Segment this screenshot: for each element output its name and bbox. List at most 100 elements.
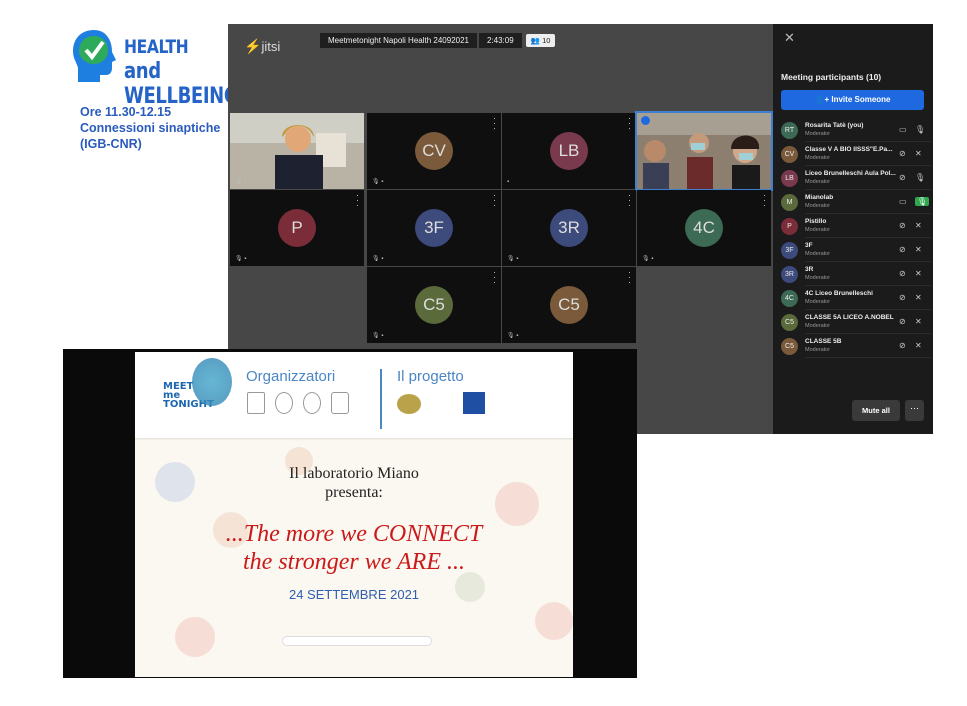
presentation-screen: MEET me TONIGHT Organizzatori Il progett… — [63, 349, 637, 678]
tile-menu-icon[interactable]: · · · — [493, 191, 496, 210]
participant-video — [230, 113, 364, 189]
session-time: Ore 11.30-12.15 — [80, 105, 172, 119]
slide-line2: presenta: — [325, 484, 383, 501]
participant-row[interactable]: LB Liceo Brunelleschi Aula Pol... Moderato… — [781, 167, 931, 190]
avatar: 3F — [781, 242, 798, 259]
participant-row[interactable]: 3R 3R Moderator ⊘ ✕ — [781, 263, 931, 286]
avatar: CV — [781, 146, 798, 163]
participant-row[interactable]: C5 CLASSE 5B Moderator ⊘ ✕ — [781, 335, 931, 358]
meeting-timer: 2:43:09 — [478, 33, 522, 48]
tile-menu-icon[interactable]: · · · — [763, 191, 766, 210]
avatar: C5 — [781, 338, 798, 355]
slide-date: 24 SETTEMBRE 2021 — [288, 587, 420, 602]
avatar: 4C — [685, 209, 723, 247]
camera-off-icon: ⊘ — [899, 245, 906, 254]
active-speaker-icon — [641, 116, 650, 125]
session-title: Connessioni sinaptiche — [80, 121, 221, 135]
participant-row[interactable]: C5 CLASSE 5A LICEO A.NOBEL Moderator ⊘ ✕ — [781, 311, 931, 334]
participant-row[interactable]: 4C 4C Liceo Brunelleschi Moderator ⊘ ✕ — [781, 287, 931, 310]
avatar: RT — [781, 122, 798, 139]
tile-status-icons: 🎙 ▪ — [372, 333, 384, 339]
brand-line1: HEALTH — [124, 36, 189, 58]
camera-icon: ▭ — [899, 125, 907, 134]
avatar-tile[interactable]: · · · C5 🎙 ▪ — [367, 267, 501, 343]
mic-off-icon: ✕ — [915, 221, 922, 230]
avatar-tile[interactable]: · · · 4C 🎙 ▪ — [637, 190, 771, 266]
participant-row[interactable]: CV Classe V A BIO IISSS"E.Pa... Moderator ⊘… — [781, 143, 931, 166]
logo-icon — [303, 392, 321, 414]
tile-status-icons: 🎙 ▪ — [235, 256, 247, 262]
camera-off-icon: ⊘ — [899, 221, 906, 230]
organizer-logos — [247, 392, 367, 416]
video-tile[interactable] — [635, 111, 773, 191]
camera-off-icon: ⊘ — [899, 317, 906, 326]
slide-line1: Il laboratorio Miano — [289, 465, 419, 482]
mic-off-icon: ✕ — [915, 317, 922, 326]
divider — [380, 369, 382, 429]
participant-count-badge[interactable]: 👥 10 — [525, 34, 556, 47]
close-icon[interactable]: ✕ — [784, 30, 795, 46]
participant-row[interactable]: M Mianolab Moderator ▭ 🎙 — [781, 191, 931, 214]
health-wellbeing-logo: HEALTH and WELLBEING — [70, 28, 239, 109]
logo-icon — [331, 392, 349, 414]
tile-menu-icon[interactable]: · · · — [628, 191, 631, 210]
avatar: 3F — [415, 209, 453, 247]
avatar: LB — [781, 170, 798, 187]
tile-status-icons: 🎙 ▪ — [507, 256, 519, 262]
neuron-decoration — [175, 617, 215, 657]
mic-off-icon: ✕ — [915, 245, 922, 254]
avatar: C5 — [550, 286, 588, 324]
mic-off-icon: ✕ — [915, 269, 922, 278]
add-user-icon: 👤+ — [814, 95, 830, 104]
tile-status-icons: 🎙 ▪ — [642, 256, 654, 262]
video-tile[interactable]: 🎙 ▪ — [230, 113, 364, 189]
slide-headline-2: the stronger we ARE ... — [243, 549, 465, 575]
avatar-tile[interactable]: · · · LB ▪ — [502, 113, 636, 189]
screen-share-bar — [282, 636, 432, 646]
avatar: M — [781, 194, 798, 211]
camera-off-icon: ⊘ — [899, 149, 906, 158]
slide-intro: Il laboratorio Miano presenta: — [135, 464, 573, 502]
meeting-title: Meetmetonight Napoli Health 24092021 — [320, 33, 477, 48]
camera-off-icon: ⊘ — [899, 173, 906, 182]
participants-panel: ✕ Meeting participants (10) 👤+ Invite So… — [773, 24, 933, 434]
head-check-icon — [73, 30, 116, 82]
session-org: (IGB-CNR) — [80, 137, 142, 151]
meeting-topbar: Meetmetonight Napoli Health 24092021 2:4… — [320, 33, 556, 48]
more-options-button[interactable]: ⋯ — [905, 400, 924, 421]
camera-off-icon: ⊘ — [899, 269, 906, 278]
participants-title: Meeting participants (10) — [781, 72, 882, 82]
participant-row[interactable]: P Pistillo Moderator ⊘ ✕ — [781, 215, 931, 238]
project-label: Il progetto — [397, 368, 464, 385]
tile-menu-icon[interactable]: · · · — [356, 191, 359, 210]
avatar-tile[interactable]: · · · 3R 🎙 ▪ — [502, 190, 636, 266]
mic-icon: 🎙 — [915, 125, 926, 134]
avatar: P — [278, 209, 316, 247]
session-info: Ore 11.30-12.15 Connessioni sinaptiche (… — [80, 104, 220, 152]
avatar: 3R — [781, 266, 798, 283]
avatar-tile[interactable]: · · · CV 🎙 ▪ — [367, 113, 501, 189]
tile-menu-icon[interactable]: · · · — [493, 268, 496, 287]
participant-row[interactable]: RT Rosarita Tatè (you) Moderator ▭ 🎙 — [781, 119, 931, 142]
avatar-tile[interactable]: · · · P 🎙 ▪ — [230, 190, 364, 266]
head-logo-icon — [192, 358, 232, 406]
mic-off-icon: ✕ — [915, 341, 922, 350]
avatar: C5 — [781, 314, 798, 331]
notte-europea-logo-icon — [397, 394, 421, 414]
slide-headline: ...The more we CONNECT the stronger we A… — [135, 520, 573, 576]
invite-button[interactable]: 👤+ Invite Someone — [781, 90, 924, 110]
participant-row[interactable]: 3F 3F Moderator ⊘ ✕ — [781, 239, 931, 262]
avatar-tile[interactable]: · · · 3F 🎙 ▪ — [367, 190, 501, 266]
avatar-tile[interactable]: · · · C5 🎙 ▪ — [502, 267, 636, 343]
mute-all-button[interactable]: Mute all — [852, 400, 900, 421]
avatar: P — [781, 218, 798, 235]
logo-icon — [275, 392, 293, 414]
tile-menu-icon[interactable]: · · · — [628, 268, 631, 287]
logo-icon — [247, 392, 265, 414]
camera-off-icon: ⊘ — [899, 341, 906, 350]
tile-status-icons: ▪ — [507, 179, 510, 185]
slide: MEET me TONIGHT Organizzatori Il progett… — [135, 352, 573, 677]
avatar: 3R — [550, 209, 588, 247]
tile-menu-icon[interactable]: · · · — [628, 114, 631, 133]
tile-menu-icon[interactable]: · · · — [493, 114, 496, 133]
